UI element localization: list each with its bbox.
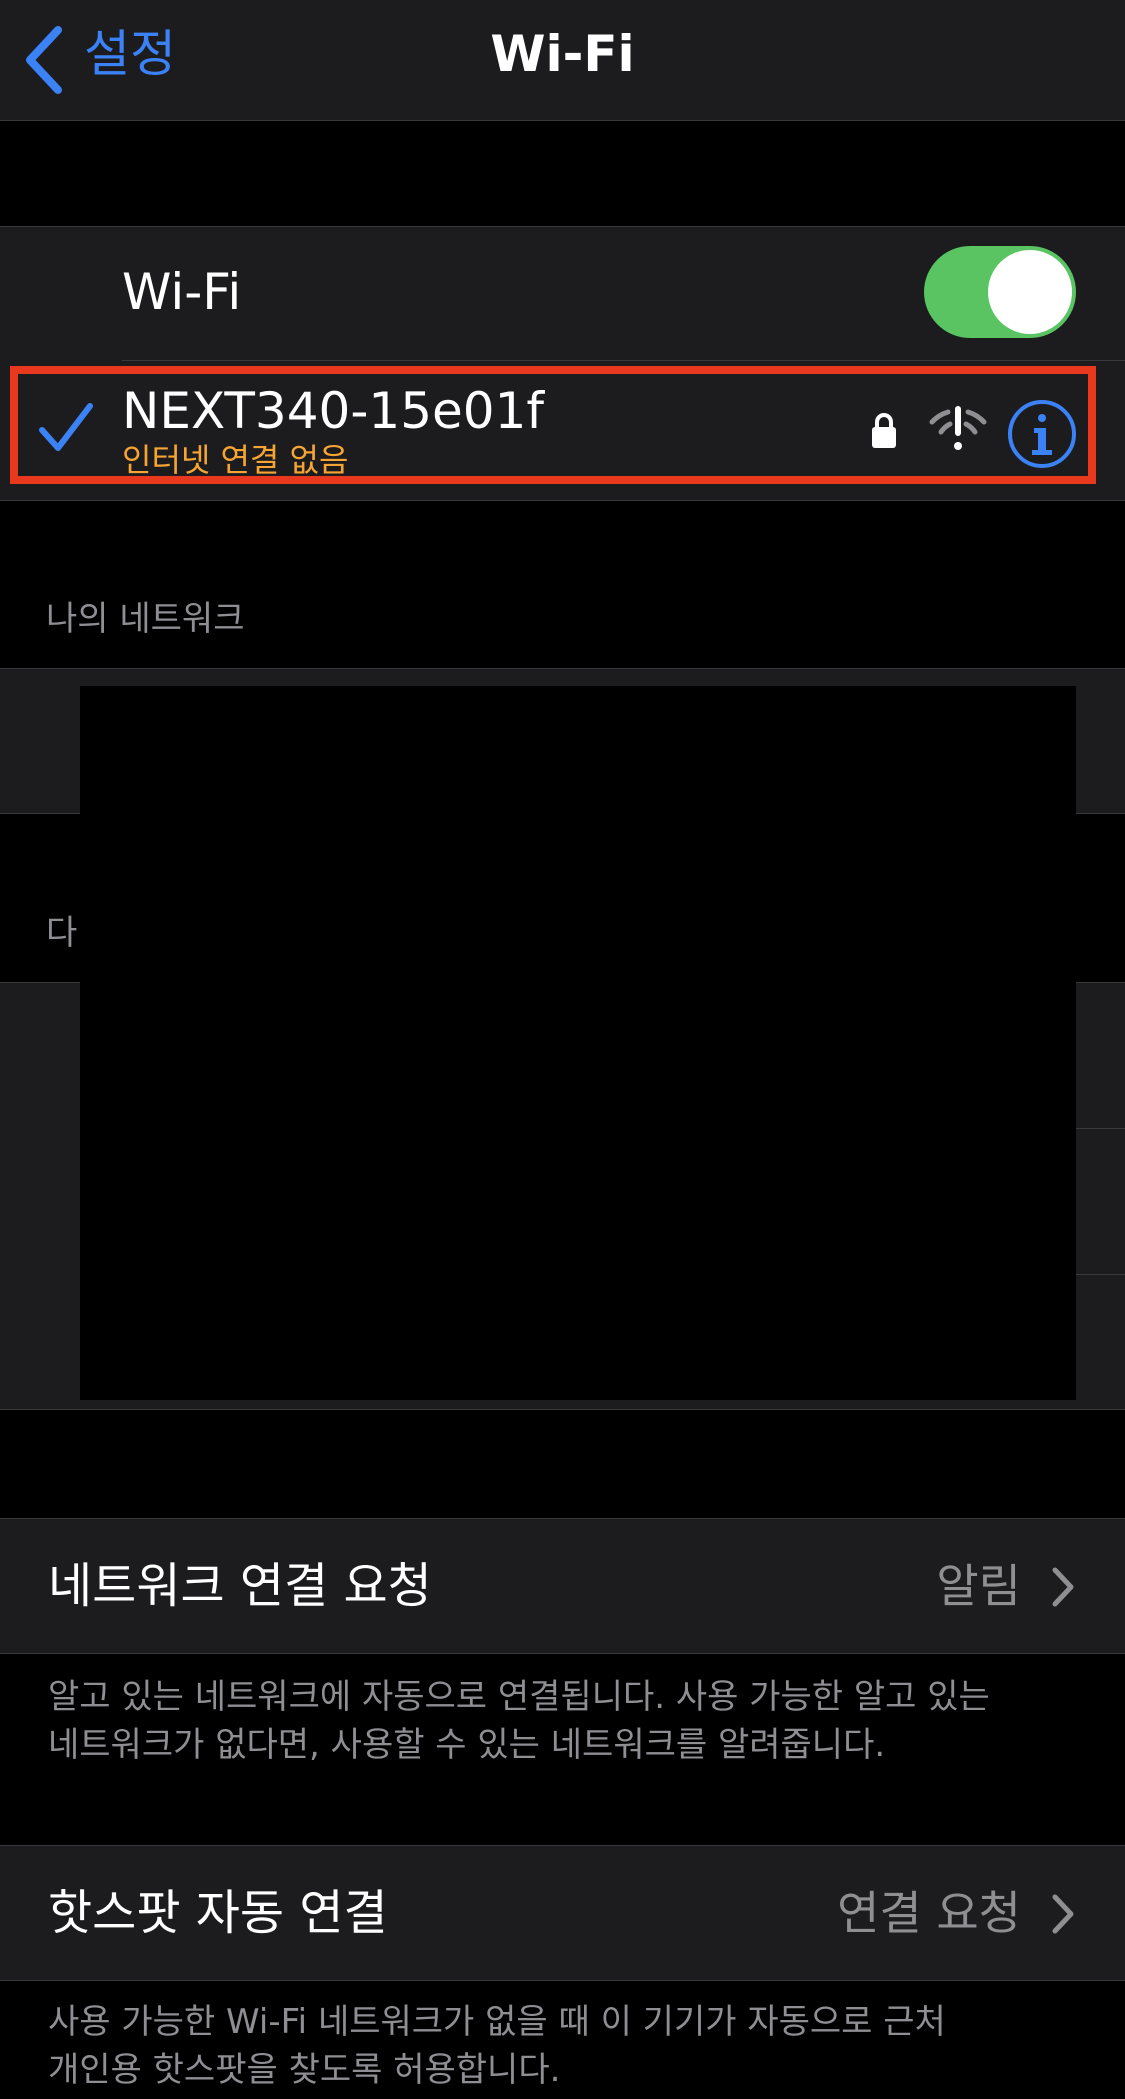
divider (0, 226, 1125, 227)
auto-join-hotspot-label: 핫스팟 자동 연결 (48, 1885, 388, 1941)
page-title: Wi-Fi (490, 25, 635, 83)
chevron-right-icon (1052, 1894, 1074, 1934)
section-header-other-networks: 다 (46, 913, 78, 953)
section-header-my-networks: 나의 네트워크 (46, 599, 245, 639)
redaction-block (80, 686, 1076, 1400)
divider (0, 1409, 1125, 1410)
wifi-toggle[interactable] (924, 246, 1076, 338)
divider (122, 360, 1125, 361)
highlight-box (10, 366, 1096, 484)
auto-join-hotspot-value: 연결 요청 (837, 1886, 1021, 1940)
toggle-knob (988, 250, 1072, 334)
divider (0, 1653, 1125, 1654)
ask-to-join-label: 네트워크 연결 요청 (48, 1558, 432, 1614)
divider (1076, 1128, 1125, 1129)
wifi-label: Wi-Fi (122, 263, 242, 321)
divider (1076, 1274, 1125, 1275)
auto-join-hotspot-footer-line1: 사용 가능한 Wi-Fi 네트워크가 없을 때 이 기기가 자동으로 근처 (48, 2002, 946, 2042)
ask-to-join-value: 알림 (936, 1559, 1021, 1613)
navigation-bar: 설정 Wi-Fi (0, 0, 1125, 121)
auto-join-hotspot-footer-line2: 개인용 핫스팟을 찾도록 허용합니다. (48, 2050, 561, 2090)
ask-to-join-footer-line1: 알고 있는 네트워크에 자동으로 연결됩니다. 사용 가능한 알고 있는 (48, 1677, 990, 1717)
divider (0, 500, 1125, 501)
divider (0, 1980, 1125, 1981)
chevron-right-icon (1052, 1567, 1074, 1607)
ask-to-join-footer-line2: 네트워크가 없다면, 사용할 수 있는 네트워크를 알려줍니다. (48, 1725, 886, 1765)
